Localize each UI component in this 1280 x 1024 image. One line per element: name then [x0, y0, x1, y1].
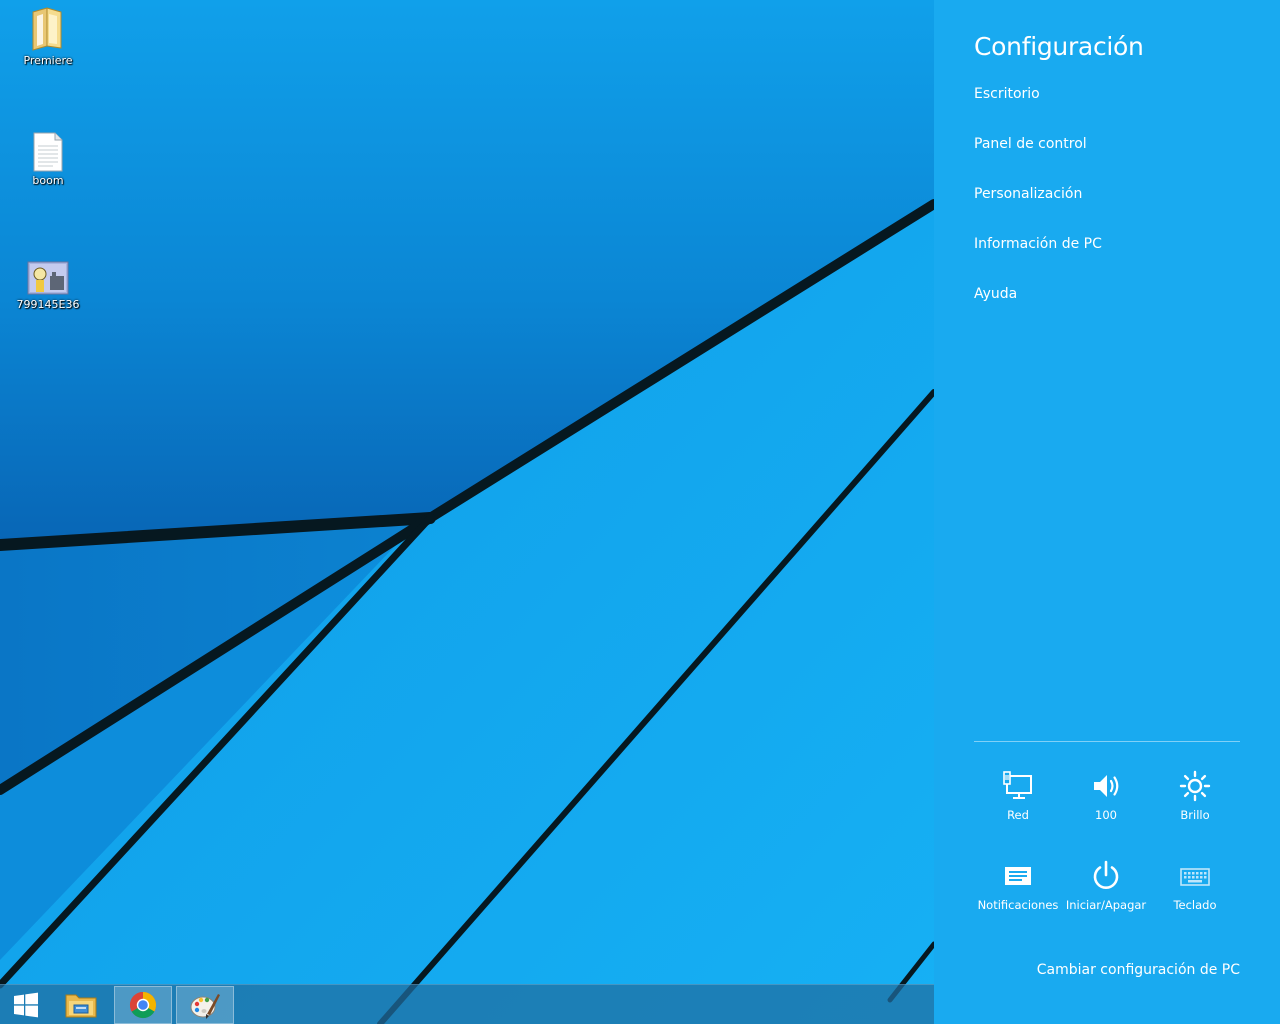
desktop-icon-label: Premiere — [23, 54, 73, 67]
folder-icon — [32, 7, 62, 51]
charm-title: Configuración — [974, 32, 1144, 61]
volume-icon — [1094, 775, 1119, 797]
keyboard-icon — [1180, 868, 1210, 886]
text-file-icon — [33, 132, 63, 172]
desktop-icon-799145e36[interactable]: 799145E36 — [10, 260, 86, 311]
desktop-icon-label: boom — [32, 174, 64, 187]
charm-link-help[interactable]: Ayuda — [974, 286, 1017, 302]
desktop-icon-premiere[interactable]: Premiere — [10, 6, 86, 67]
desktop-screen: Premiere boom 799145E36 Configuración Es… — [0, 0, 1280, 1024]
desktop-wallpaper — [0, 0, 934, 1024]
quick-setting-keyboard[interactable]: Teclado — [1151, 860, 1239, 920]
charm-link-control-panel[interactable]: Panel de control — [974, 136, 1087, 152]
quick-setting-power[interactable]: Iniciar/Apagar — [1062, 860, 1150, 920]
change-pc-settings-link[interactable]: Cambiar configuración de PC — [1037, 962, 1240, 978]
taskbar — [0, 984, 934, 1024]
paint-icon — [190, 994, 220, 1019]
desktop-icon-boom[interactable]: boom — [10, 132, 86, 187]
quick-setting-network[interactable]: Red — [974, 770, 1062, 830]
power-icon — [1093, 860, 1119, 889]
quick-setting-label: Iniciar/Apagar — [1065, 898, 1147, 912]
charm-divider — [974, 741, 1240, 742]
charm-link-desktop[interactable]: Escritorio — [974, 86, 1040, 102]
file-explorer-icon — [65, 994, 97, 1018]
chrome-icon — [129, 991, 157, 1019]
windows-start-icon — [14, 992, 38, 1018]
taskbar-paint-button[interactable] — [176, 986, 234, 1024]
quick-setting-volume[interactable]: 100 — [1062, 770, 1150, 830]
charm-link-personalization[interactable]: Personalización — [974, 186, 1082, 202]
desktop-icon-label: 799145E36 — [16, 298, 80, 311]
quick-setting-label: Teclado — [1173, 898, 1217, 912]
image-file-icon — [27, 261, 69, 295]
quick-setting-brightness[interactable]: Brillo — [1151, 770, 1239, 830]
taskbar-file-explorer-button[interactable] — [52, 986, 110, 1024]
charm-link-pc-info[interactable]: Información de PC — [974, 236, 1102, 252]
network-icon — [1003, 771, 1032, 799]
quick-setting-label: Notificaciones — [977, 898, 1059, 912]
taskbar-chrome-button[interactable] — [114, 986, 172, 1024]
quick-setting-label: 100 — [1095, 808, 1117, 822]
quick-setting-label: Brillo — [1180, 808, 1210, 822]
quick-setting-label: Red — [1007, 808, 1029, 822]
settings-charm-panel: Configuración Escritorio Panel de contro… — [934, 0, 1280, 1024]
start-button[interactable] — [0, 986, 52, 1024]
notifications-icon — [1005, 867, 1031, 885]
quick-setting-notifications[interactable]: Notificaciones — [974, 860, 1062, 920]
brightness-icon — [1179, 770, 1211, 802]
